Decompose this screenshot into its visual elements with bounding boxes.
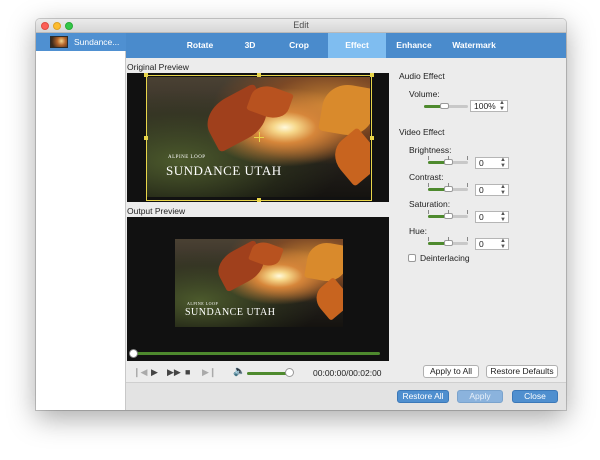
tick — [467, 156, 468, 160]
crop-center-crosshair — [259, 132, 260, 142]
hue-stepper[interactable]: 0 ▲ ▼ — [475, 238, 509, 250]
player-volume-knob[interactable] — [285, 368, 294, 377]
brightness-stepper[interactable]: 0 ▲ ▼ — [475, 157, 509, 169]
saturation-ticks — [428, 210, 468, 214]
apply-button[interactable]: Apply — [457, 390, 503, 403]
tick — [467, 183, 468, 187]
audio-effect-title: Audio Effect — [399, 71, 445, 81]
close-button[interactable]: Close — [512, 390, 558, 403]
brightness-ticks — [428, 156, 468, 160]
output-preview-label: Output Preview — [127, 206, 186, 216]
leaf-shape — [304, 239, 343, 285]
stepper-arrows-icon[interactable]: ▲ ▼ — [499, 100, 505, 112]
sidebar-item-sundance[interactable]: Sundance... — [36, 33, 126, 51]
volume-value: 100% — [474, 101, 496, 111]
tick — [428, 183, 429, 187]
original-preview: ALPINE LOOP SUNDANCE UTAH — [127, 73, 389, 202]
contrast-label: Contrast: — [409, 172, 444, 182]
skip-forward-icon[interactable]: ▶❙ — [202, 367, 216, 378]
restore-defaults-button[interactable]: Restore Defaults — [486, 365, 558, 378]
hue-ticks — [428, 237, 468, 241]
contrast-stepper[interactable]: 0 ▲ ▼ — [475, 184, 509, 196]
apply-to-all-button[interactable]: Apply to All — [423, 365, 479, 378]
crop-handle-r[interactable] — [370, 136, 374, 140]
transport-controls: ❙◀ ▶ ▶▶ ■ ▶❙ 🔈 00:00:00/00:02:00 — [127, 366, 389, 380]
tab-crop[interactable]: Crop — [274, 33, 324, 58]
hue-label: Hue: — [409, 226, 427, 236]
crop-handle-b[interactable] — [257, 198, 261, 202]
timecode: 00:00:00/00:02:00 — [313, 368, 382, 378]
crop-handle-tl[interactable] — [144, 73, 148, 77]
video-effect-title: Video Effect — [399, 127, 445, 137]
tab-watermark[interactable]: Watermark — [442, 33, 506, 58]
tick — [428, 210, 429, 214]
file-sidebar: Sundance... — [36, 33, 126, 410]
tick — [448, 183, 449, 187]
tick — [448, 210, 449, 214]
tick — [448, 156, 449, 160]
tick — [467, 210, 468, 214]
tab-3d[interactable]: 3D — [230, 33, 270, 58]
fast-forward-icon[interactable]: ▶▶ — [167, 367, 181, 378]
speaker-icon[interactable]: 🔈 — [233, 366, 245, 377]
brightness-label: Brightness: — [409, 145, 452, 155]
video-thumbnail — [50, 36, 68, 48]
deinterlacing-label: Deinterlacing — [420, 253, 470, 263]
play-icon[interactable]: ▶ — [151, 367, 158, 378]
player-volume-slider[interactable] — [247, 372, 289, 375]
volume-stepper[interactable]: 100% ▲ ▼ — [470, 100, 508, 112]
video-title-text: SUNDANCE UTAH — [185, 307, 276, 318]
crop-handle-l[interactable] — [144, 136, 148, 140]
output-preview: ALPINE LOOP SUNDANCE UTAH — [127, 217, 389, 361]
contrast-value: 0 — [479, 185, 484, 195]
tick — [448, 237, 449, 241]
stop-icon[interactable]: ■ — [185, 367, 190, 377]
playback-progress-bar[interactable] — [134, 352, 380, 355]
tick — [467, 237, 468, 241]
saturation-stepper[interactable]: 0 ▲ ▼ — [475, 211, 509, 223]
skip-back-icon[interactable]: ❙◀ — [133, 367, 147, 378]
edit-tabs: Rotate 3D Crop Effect Enhance Watermark — [126, 33, 566, 58]
crop-handle-tr[interactable] — [370, 73, 374, 77]
title-bar: Edit — [36, 19, 566, 33]
crop-handle-t[interactable] — [257, 73, 261, 77]
saturation-value: 0 — [479, 212, 484, 222]
playback-progress-knob[interactable] — [129, 349, 138, 358]
stepper-arrows-icon[interactable]: ▲ ▼ — [500, 184, 506, 196]
volume-label: Volume: — [409, 89, 440, 99]
tab-enhance[interactable]: Enhance — [386, 33, 442, 58]
restore-all-button[interactable]: Restore All — [397, 390, 449, 403]
tick — [428, 156, 429, 160]
hue-value: 0 — [479, 239, 484, 249]
brightness-value: 0 — [479, 158, 484, 168]
tab-rotate[interactable]: Rotate — [170, 33, 230, 58]
volume-slider-knob[interactable] — [440, 103, 449, 109]
stepper-arrows-icon[interactable]: ▲ ▼ — [500, 238, 506, 250]
window-title: Edit — [293, 20, 309, 30]
original-preview-label: Original Preview — [127, 62, 189, 72]
video-subtitle-text: ALPINE LOOP — [187, 301, 219, 306]
leaf-shape — [310, 277, 343, 321]
output-video-frame: ALPINE LOOP SUNDANCE UTAH — [175, 239, 343, 327]
saturation-label: Saturation: — [409, 199, 451, 209]
contrast-ticks — [428, 183, 468, 187]
stepper-arrows-icon[interactable]: ▲ ▼ — [500, 157, 506, 169]
sidebar-item-label: Sundance... — [74, 37, 120, 47]
deinterlacing-checkbox[interactable] — [408, 254, 416, 262]
tick — [428, 237, 429, 241]
stepper-arrows-icon[interactable]: ▲ ▼ — [500, 211, 506, 223]
tab-effect[interactable]: Effect — [328, 33, 386, 58]
edit-window: Edit Sundance... Rotate 3D Crop Effect E… — [36, 19, 566, 410]
